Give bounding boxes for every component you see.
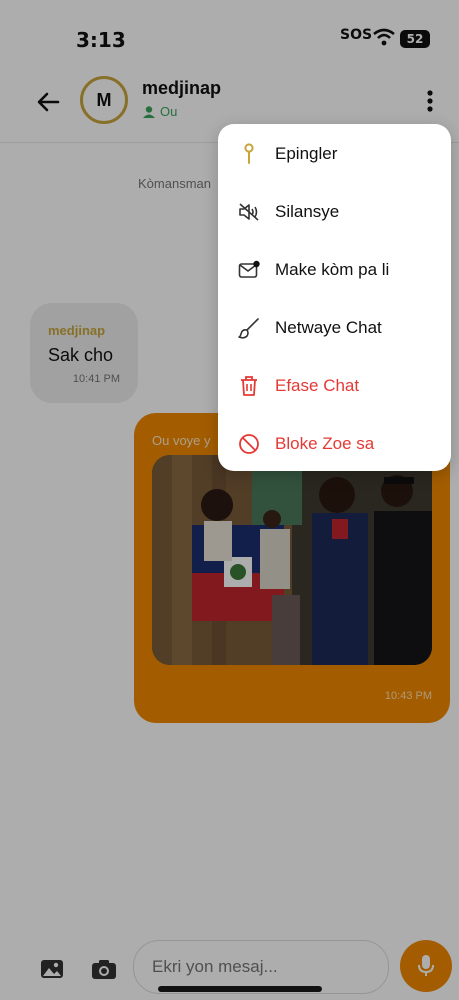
brush-icon — [238, 317, 260, 339]
trash-icon — [238, 375, 260, 397]
menu-item-label: Silansye — [275, 202, 340, 221]
menu-item-label: Efase Chat — [275, 376, 360, 395]
menu-item-mark-unread[interactable]: Make kòm pa li — [218, 241, 451, 299]
menu-item-label: Bloke Zoe sa — [275, 434, 375, 453]
menu-item-delete-chat[interactable]: Efase Chat — [218, 357, 451, 415]
mark-unread-icon — [238, 259, 260, 281]
block-icon — [238, 433, 260, 455]
chat-options-menu: Epingler Silansye Make kòm pa li Netwaye… — [218, 124, 451, 471]
menu-item-label: Epingler — [275, 144, 338, 163]
pin-icon — [238, 143, 260, 165]
mute-icon — [238, 201, 260, 223]
menu-item-pin[interactable]: Epingler — [218, 125, 451, 183]
menu-item-label: Netwaye Chat — [275, 318, 382, 337]
menu-item-clear-chat[interactable]: Netwaye Chat — [218, 299, 451, 357]
home-indicator[interactable] — [158, 986, 322, 992]
menu-item-label: Make kòm pa li — [275, 260, 390, 279]
menu-item-mute[interactable]: Silansye — [218, 183, 451, 241]
menu-item-block[interactable]: Bloke Zoe sa — [218, 415, 451, 473]
